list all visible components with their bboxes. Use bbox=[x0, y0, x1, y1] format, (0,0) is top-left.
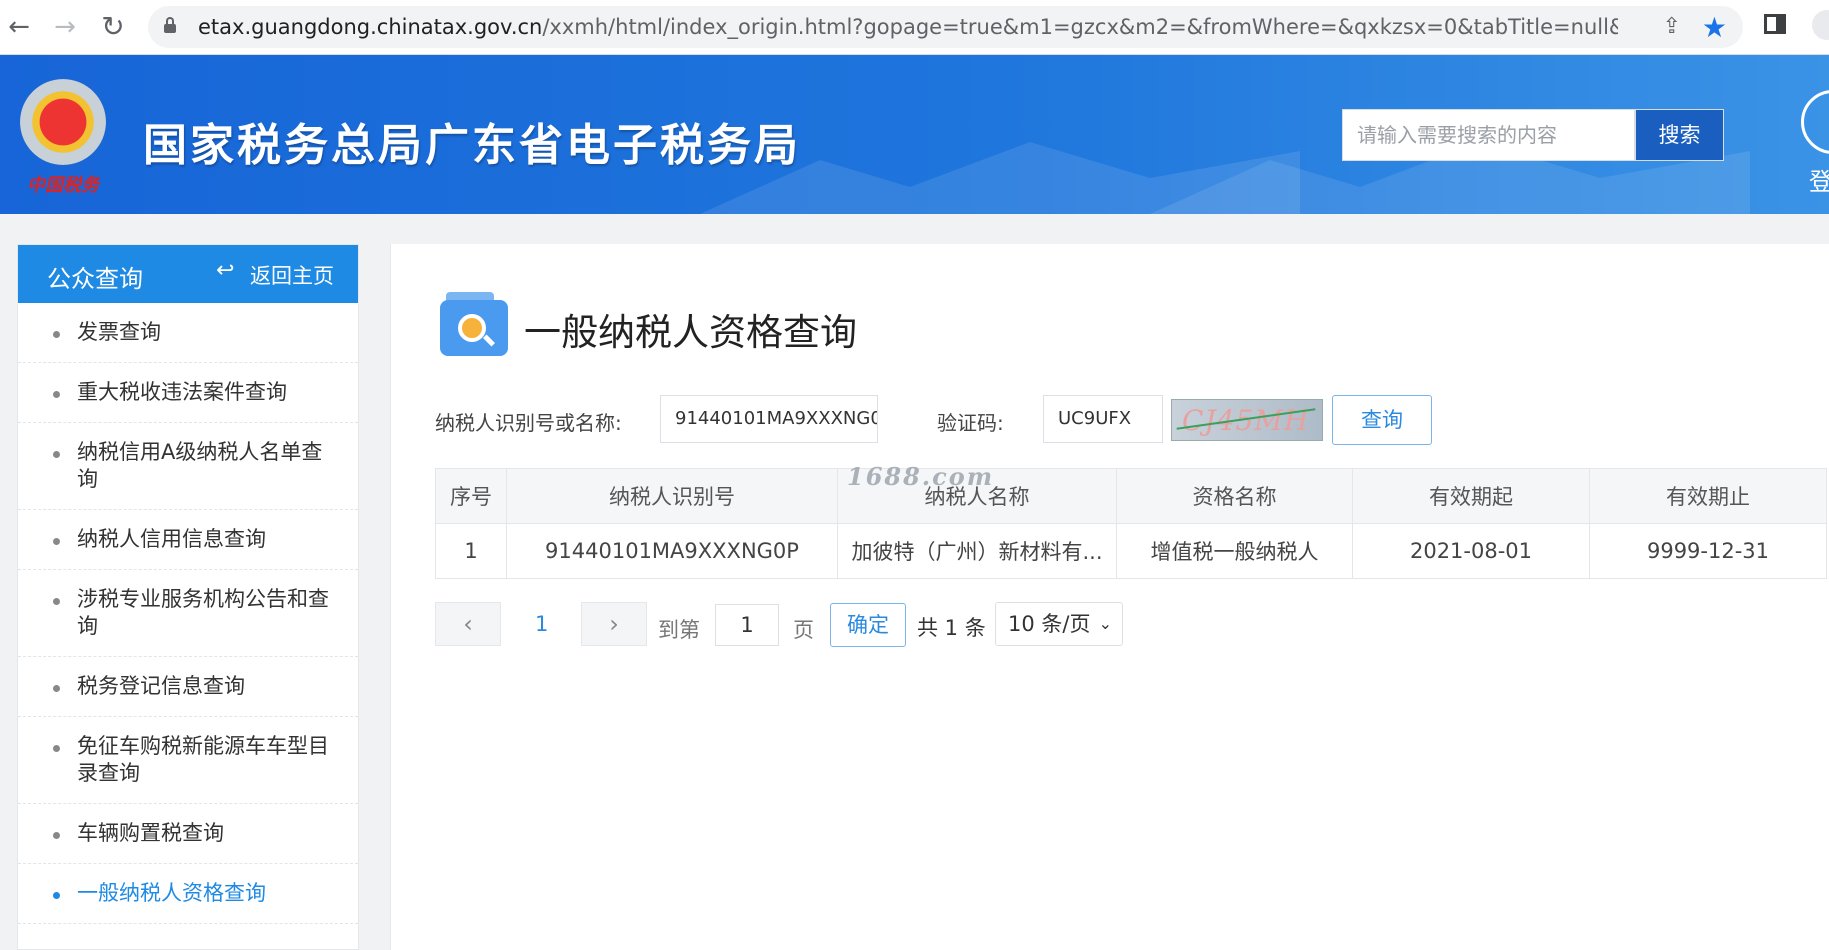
page-number[interactable]: 1 bbox=[535, 612, 548, 636]
col-valid-to: 有效期止 bbox=[1589, 468, 1827, 524]
address-bar[interactable]: etax.guangdong.chinatax.gov.cn/xxmh/html… bbox=[148, 6, 1743, 48]
site-title: 国家税务总局广东省电子税务局 bbox=[143, 120, 801, 171]
total-count: 共 1 条 bbox=[917, 616, 986, 640]
taxpayer-id-input[interactable]: 91440101MA9XXXNG0 bbox=[660, 395, 878, 443]
share-icon[interactable]: ⇪ bbox=[1663, 14, 1681, 39]
search-folder-icon bbox=[440, 292, 508, 356]
sidebar: 公众查询 ↩ 返回主页 发票查询 重大税收违法案件查询 纳税信用A级纳税人名单查… bbox=[17, 244, 359, 950]
col-index: 序号 bbox=[435, 468, 507, 524]
login-label: 登 bbox=[1809, 168, 1829, 196]
sidebar-item-general-taxpayer[interactable]: 一般纳税人资格查询 bbox=[18, 864, 358, 924]
search-input[interactable] bbox=[1342, 109, 1635, 161]
back-home-link[interactable]: 返回主页 bbox=[250, 260, 334, 290]
sidebar-item-ev-catalog[interactable]: 免征车购税新能源车车型目录查询 bbox=[18, 717, 358, 804]
captcha-image[interactable]: CJ45MH bbox=[1171, 399, 1323, 441]
user-icon bbox=[1801, 90, 1829, 154]
sidebar-title: 公众查询 bbox=[47, 265, 143, 293]
captcha-label: 验证码: bbox=[937, 411, 1004, 435]
col-taxpayer-id: 纳税人识别号 bbox=[506, 468, 838, 524]
sidebar-item-invoice[interactable]: 发票查询 bbox=[18, 303, 358, 363]
page-title: 一般纳税人资格查询 bbox=[524, 311, 857, 354]
cell-taxpayer-name: 加彼特（广州）新材料有... bbox=[837, 523, 1117, 579]
next-page-button[interactable]: › bbox=[581, 602, 647, 646]
sidebar-item-service-agencies[interactable]: 涉税专业服务机构公告和查询 bbox=[18, 570, 358, 657]
goto-page-input[interactable]: 1 bbox=[715, 604, 779, 646]
sidebar-item-credit-info[interactable]: 纳税人信用信息查询 bbox=[18, 510, 358, 570]
cell-valid-to: 9999-12-31 bbox=[1589, 523, 1827, 579]
sidebar-item-violation-cases[interactable]: 重大税收违法案件查询 bbox=[18, 363, 358, 423]
reload-icon[interactable]: ↻ bbox=[98, 12, 128, 42]
lock-icon[interactable] bbox=[164, 17, 176, 33]
emblem-script: 中国税务 bbox=[27, 175, 99, 196]
table-row[interactable]: 1 91440101MA9XXXNG0P 加彼特（广州）新材料有... 增值税一… bbox=[435, 523, 1827, 579]
main-content: 一般纳税人资格查询 纳税人识别号或名称: 91440101MA9XXXNG0 验… bbox=[390, 244, 1829, 950]
profile-avatar[interactable] bbox=[1812, 10, 1829, 40]
sidebar-item-credit-a-list[interactable]: 纳税信用A级纳税人名单查询 bbox=[18, 423, 358, 510]
taxpayer-label: 纳税人识别号或名称: bbox=[435, 411, 622, 435]
result-table: 序号 纳税人识别号 纳税人名称 资格名称 有效期起 有效期止 1 9144010… bbox=[435, 468, 1827, 579]
cell-index: 1 bbox=[435, 523, 507, 579]
goto-confirm-button[interactable]: 确定 bbox=[830, 603, 906, 647]
cell-valid-from: 2021-08-01 bbox=[1352, 523, 1590, 579]
col-qualification: 资格名称 bbox=[1116, 468, 1353, 524]
sidebar-item-vehicle-tax[interactable]: 车辆购置税查询 bbox=[18, 804, 358, 864]
search-button[interactable]: 搜索 bbox=[1635, 109, 1724, 161]
watermark-text: 1688.com bbox=[847, 462, 995, 491]
col-valid-from: 有效期起 bbox=[1352, 468, 1590, 524]
goto-label: 到第 bbox=[658, 618, 700, 642]
side-panel-icon[interactable] bbox=[1764, 14, 1786, 34]
captcha-code-text: CJ45MH bbox=[1182, 404, 1310, 437]
page-size-select[interactable]: 10 条/页 ⌄ bbox=[995, 602, 1123, 646]
site-header: 中国税务 国家税务总局广东省电子税务局 搜索 登 bbox=[0, 55, 1829, 214]
chevron-down-icon: ⌄ bbox=[1098, 614, 1112, 633]
captcha-input[interactable]: UC9UFX bbox=[1043, 395, 1163, 443]
bookmark-star-icon[interactable]: ★ bbox=[1702, 11, 1727, 44]
url-text[interactable]: etax.guangdong.chinatax.gov.cn/xxmh/html… bbox=[198, 6, 1618, 48]
tax-emblem-logo[interactable]: 中国税务 bbox=[14, 73, 112, 196]
site-search: 搜索 bbox=[1342, 109, 1724, 161]
sidebar-header: 公众查询 ↩ 返回主页 bbox=[18, 245, 358, 303]
table-header-row: 序号 纳税人识别号 纳税人名称 资格名称 有效期起 有效期止 bbox=[435, 468, 1827, 524]
page-unit-label: 页 bbox=[793, 618, 814, 642]
login-link[interactable]: 登 bbox=[1797, 90, 1829, 200]
query-button[interactable]: 查询 bbox=[1332, 395, 1432, 445]
page-size-value: 10 条/页 bbox=[1008, 612, 1091, 636]
cell-qualification: 增值税一般纳税人 bbox=[1116, 523, 1353, 579]
back-arrow-icon[interactable]: ← bbox=[4, 12, 34, 42]
browser-toolbar: ← → ↻ etax.guangdong.chinatax.gov.cn/xxm… bbox=[0, 0, 1829, 55]
forward-arrow-icon[interactable]: → bbox=[50, 12, 80, 42]
prev-page-button[interactable]: ‹ bbox=[435, 602, 501, 646]
return-arrow-icon[interactable]: ↩ bbox=[216, 258, 234, 283]
cell-taxpayer-id: 91440101MA9XXXNG0P bbox=[506, 523, 838, 579]
sidebar-item-registration[interactable]: 税务登记信息查询 bbox=[18, 657, 358, 717]
